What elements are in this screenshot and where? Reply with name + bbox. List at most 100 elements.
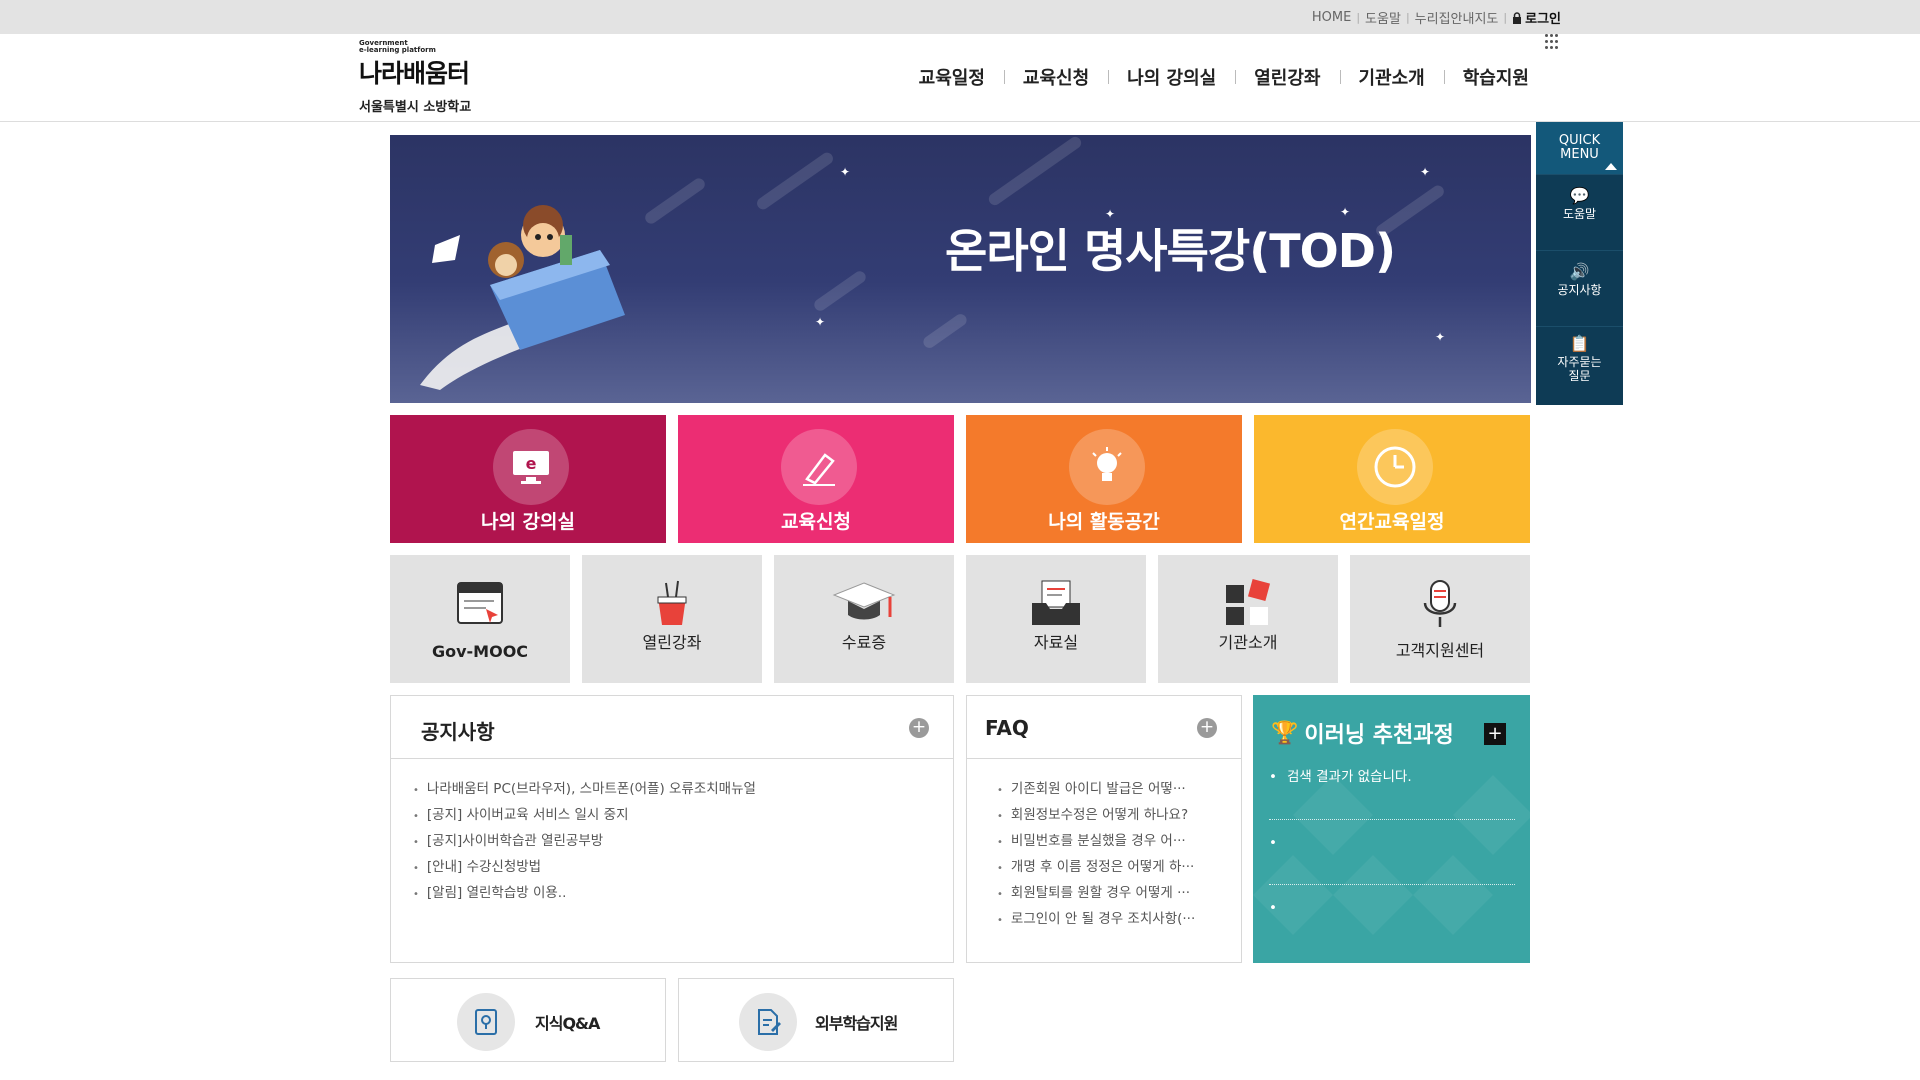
nav-education-apply[interactable]: 교육신청: [1003, 64, 1108, 90]
quick-menu-title-line2: MENU: [1560, 147, 1599, 162]
secondary-shortcut-tiles: Gov-MOOC 열린강좌 수료증 자료실 기관소개 고객지원센터: [390, 555, 1530, 683]
list-item[interactable]: [공지] 사이버교육 서비스 일시 중지: [413, 803, 953, 829]
quick-faq-label-line1: 자주묻는: [1557, 355, 1602, 369]
help-link[interactable]: 도움말: [1365, 8, 1401, 27]
list-item[interactable]: [알림] 열린학습방 이용..: [413, 881, 953, 907]
top-utility-bar: HOME | 도움말 | 누리집안내지도 | 로그인: [0, 0, 1920, 34]
list-item[interactable]: 개명 후 이름 정정은 어떻게 하···: [997, 855, 1231, 881]
faq-title: FAQ: [985, 716, 1029, 740]
logo-brand: 나라배움터: [359, 59, 470, 88]
tile-activity-space[interactable]: 나의 활동공간: [966, 415, 1242, 543]
divider: [1269, 819, 1515, 820]
site-logo[interactable]: Government e-learning platform 나라배움터 서울특…: [359, 40, 509, 116]
list-item[interactable]: 로그인이 안 될 경우 조치사항(···: [997, 907, 1231, 933]
faq-panel: FAQ + 기존회원 아이디 발급은 어떻··· 회원정보수정은 어떻게 하나요…: [966, 695, 1242, 963]
list-item[interactable]: 기존회원 아이디 발급은 어떻···: [997, 777, 1231, 803]
quick-menu-header[interactable]: QUICK MENU: [1536, 122, 1623, 174]
external-learning-label: 외부학습지원: [815, 1014, 898, 1033]
elearning-title: 이러닝 추천과정: [1304, 723, 1454, 748]
list-item[interactable]: 회원정보수정은 어떻게 하나요?: [997, 803, 1231, 829]
tile-about[interactable]: 기관소개: [1158, 555, 1338, 683]
quick-notice[interactable]: 🔊 공지사항: [1536, 250, 1623, 326]
elearning-empty-row: •: [1269, 900, 1277, 916]
quick-faq[interactable]: 📋 자주묻는 질문: [1536, 326, 1623, 402]
tile-activity-space-label: 나의 활동공간: [1048, 511, 1160, 533]
logo-gov-line2: e-learning platform: [359, 46, 436, 54]
tile-education-apply-label: 교육신청: [781, 511, 851, 533]
pen-icon: [781, 429, 857, 505]
lock-icon: [1513, 11, 1522, 24]
nav-about[interactable]: 기관소개: [1339, 64, 1444, 90]
chat-icon: 💬: [1569, 186, 1590, 205]
list-item[interactable]: 회원탈퇴를 원할 경우 어떻게 ···: [997, 881, 1231, 907]
nav-my-classroom[interactable]: 나의 강의실: [1108, 64, 1235, 90]
browser-cursor-icon: [390, 579, 570, 638]
main-banner[interactable]: ✦ ✦ ✦ ✦ ✦ ✦ 온라인 명사특강(TOD): [390, 135, 1531, 403]
tile-my-classroom[interactable]: e 나의 강의실: [390, 415, 666, 543]
notice-list: 나라배움터 PC(브라우저), 스마트폰(어플) 오류조치매뉴얼 [공지] 사이…: [391, 759, 953, 907]
top-links: HOME | 도움말 | 누리집안내지도 | 로그인: [1312, 8, 1561, 27]
separator: |: [1356, 11, 1361, 24]
microphone-icon: [1350, 579, 1530, 642]
divider: [1269, 884, 1515, 885]
faq-list: 기존회원 아이디 발급은 어떻··· 회원정보수정은 어떻게 하나요? 비밀번호…: [967, 759, 1241, 933]
separator: |: [1503, 11, 1508, 24]
speaker-icon: 🔊: [1569, 262, 1590, 281]
banner-title: 온라인 명사특강(TOD): [945, 224, 1396, 278]
tile-gov-mooc-label: Gov-MOOC: [431, 642, 529, 661]
login-label: 로그인: [1525, 12, 1561, 27]
banner-illustration: [420, 205, 625, 390]
knowledge-qa-link[interactable]: 지식Q&A: [390, 978, 666, 1062]
tile-my-classroom-label: 나의 강의실: [480, 511, 575, 533]
login-link[interactable]: 로그인: [1512, 8, 1561, 27]
list-item[interactable]: [공지]사이버학습관 열린공부방: [413, 829, 953, 855]
nav-education-schedule[interactable]: 교육일정: [900, 64, 1004, 90]
list-item[interactable]: [안내] 수강신청방법: [413, 855, 953, 881]
notice-more-icon[interactable]: +: [909, 718, 929, 738]
document-pen-icon: [739, 993, 797, 1051]
tile-gov-mooc[interactable]: Gov-MOOC: [390, 555, 570, 683]
tile-customer-center[interactable]: 고객지원센터: [1350, 555, 1530, 683]
nav-learning-support[interactable]: 학습지원: [1443, 64, 1529, 90]
elearning-more-icon[interactable]: +: [1484, 723, 1506, 745]
elearning-recommend-panel: 🏆 이러닝 추천과정 + • 검색 결과가 없습니다. • •: [1253, 695, 1530, 963]
quick-faq-label-line2: 질문: [1568, 369, 1591, 383]
elearning-empty-text: 검색 결과가 없습니다.: [1286, 769, 1412, 785]
tile-open-lectures[interactable]: 열린강좌: [582, 555, 762, 683]
elearning-header: 🏆 이러닝 추천과정: [1271, 717, 1454, 749]
svg-text:e: e: [526, 454, 537, 473]
elearning-empty-message: • 검색 결과가 없습니다.: [1269, 769, 1412, 785]
tile-about-label: 기관소개: [1218, 633, 1278, 652]
list-item[interactable]: 나라배움터 PC(브라우저), 스마트폰(어플) 오류조치매뉴얼: [413, 777, 953, 803]
all-menu-grid-icon[interactable]: [1545, 34, 1561, 50]
monitor-e-icon: e: [493, 429, 569, 505]
home-link[interactable]: HOME: [1312, 10, 1351, 25]
faq-list-icon: 📋: [1569, 334, 1590, 353]
tile-certificate[interactable]: 수료증: [774, 555, 954, 683]
tile-archive[interactable]: 자료실: [966, 555, 1146, 683]
site-guide-link[interactable]: 누리집안내지도: [1415, 8, 1499, 27]
tile-annual-schedule[interactable]: 연간교육일정: [1254, 415, 1530, 543]
main-navigation: 교육일정 교육신청 나의 강의실 열린강좌 기관소개 학습지원: [900, 64, 1529, 90]
tile-education-apply[interactable]: 교육신청: [678, 415, 954, 543]
quick-help[interactable]: 💬 도움말: [1536, 174, 1623, 250]
faq-more-icon[interactable]: +: [1197, 718, 1217, 738]
nav-open-lectures[interactable]: 열린강좌: [1235, 64, 1339, 90]
quick-menu-title-line1: QUICK: [1558, 133, 1601, 148]
tile-certificate-label: 수료증: [841, 633, 887, 652]
external-learning-link[interactable]: 외부학습지원: [678, 978, 954, 1062]
collapse-arrow-icon[interactable]: [1605, 163, 1617, 170]
notice-header: 공지사항 +: [391, 696, 953, 759]
tile-open-lectures-label: 열린강좌: [642, 633, 702, 652]
tile-customer-center-label: 고객지원센터: [1395, 641, 1485, 660]
faq-header: FAQ +: [967, 696, 1241, 759]
tile-archive-label: 자료실: [1033, 633, 1079, 652]
quick-help-label: 도움말: [1562, 207, 1597, 221]
knowledge-qa-label: 지식Q&A: [535, 1014, 600, 1033]
list-item[interactable]: 비밀번호를 분실했을 경우 어···: [997, 829, 1231, 855]
quick-menu: QUICK MENU 💬 도움말 🔊 공지사항 📋 자주묻는 질문: [1536, 122, 1623, 405]
separator: |: [1405, 11, 1410, 24]
trophy-icon: 🏆: [1271, 720, 1299, 746]
main-shortcut-tiles: e 나의 강의실 교육신청 나의 활동공간 연간교육일정: [390, 415, 1530, 543]
elearning-empty-row: •: [1269, 835, 1277, 851]
